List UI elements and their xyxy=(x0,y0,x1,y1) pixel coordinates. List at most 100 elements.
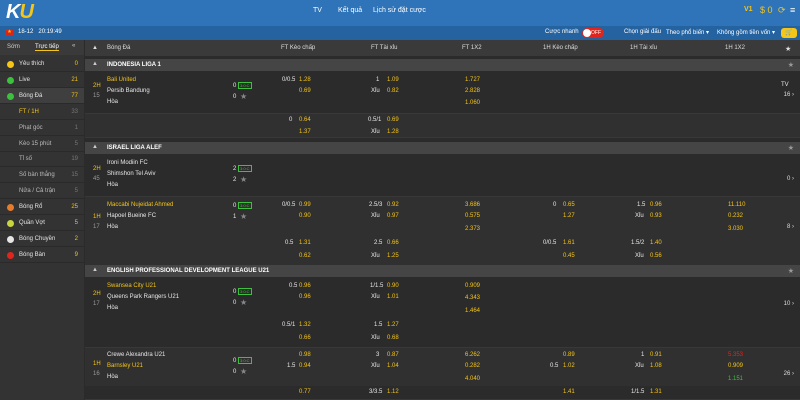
odds-cell[interactable]: 0.64 xyxy=(299,117,311,123)
odds-cell[interactable]: 0.45 xyxy=(563,253,575,259)
menu-icon[interactable]: ≡ xyxy=(790,5,795,15)
odds-cell[interactable]: 0.92 xyxy=(387,202,399,208)
odds-cell[interactable]: 1.32 xyxy=(299,322,311,328)
live-stats-icon[interactable]: 3:0:C xyxy=(238,288,252,295)
odds-cell[interactable]: 0.87 xyxy=(387,352,399,358)
star-icon[interactable]: ★ xyxy=(788,144,794,152)
odds-cell[interactable]: 0.90 xyxy=(387,283,399,289)
favourite-star-icon[interactable]: ★ xyxy=(240,367,247,376)
odds-cell[interactable]: 3.030 xyxy=(728,226,743,232)
logo[interactable]: KU xyxy=(6,1,34,24)
sidebar-item[interactable]: Số bàn thắng 15 xyxy=(0,167,84,184)
odds-cell[interactable]: 1.08 xyxy=(650,363,662,369)
odds-cell[interactable]: 1.41 xyxy=(563,389,575,395)
odds-cell[interactable]: 1.25 xyxy=(387,253,399,259)
star-icon[interactable]: ★ xyxy=(788,267,794,275)
odds-cell[interactable]: 0.68 xyxy=(387,335,399,341)
odds-cell[interactable]: 1.12 xyxy=(387,389,399,395)
sidebar-item[interactable]: Kèo 15 phút 5 xyxy=(0,136,84,152)
more-markets-button[interactable]: 0 › xyxy=(787,176,794,182)
odds-cell[interactable]: 1.40 xyxy=(650,240,662,246)
favourite-star-icon[interactable]: ★ xyxy=(240,92,247,101)
more-markets-button[interactable]: 16 › xyxy=(784,92,794,98)
nav-results[interactable]: Kết quả xyxy=(338,7,362,14)
odds-cell[interactable]: 0.909 xyxy=(465,283,480,289)
odds-cell[interactable]: 0.94 xyxy=(299,363,311,369)
odds-cell[interactable]: 0.65 xyxy=(563,202,575,208)
favourite-star-icon[interactable]: ★ xyxy=(240,212,247,221)
tab-early[interactable]: Sớm xyxy=(7,44,20,50)
odds-cell[interactable]: 1.464 xyxy=(465,308,480,314)
odds-cell[interactable]: 1.060 xyxy=(465,100,480,106)
sidebar-item[interactable]: Tỉ số 19 xyxy=(0,151,84,168)
odds-cell[interactable]: 0.69 xyxy=(299,88,311,94)
live-stats-icon[interactable]: 3:0:C xyxy=(238,165,252,172)
odds-cell[interactable]: 0.232 xyxy=(728,213,743,219)
stake-select[interactable]: Không gồm tiền vốn ▾ xyxy=(717,29,775,36)
sidebar-item[interactable]: Phạt góc 1 xyxy=(0,120,84,136)
favourite-star-icon[interactable]: ★ xyxy=(785,45,791,53)
sidebar-item[interactable]: Bóng Rổ 25 xyxy=(0,199,84,216)
odds-cell[interactable]: 1.04 xyxy=(387,363,399,369)
odds-cell[interactable]: 6.262 xyxy=(465,352,480,358)
odds-cell[interactable]: 0.91 xyxy=(650,352,662,358)
sidebar-item[interactable]: Yêu thích 0 xyxy=(0,56,84,72)
odds-cell[interactable]: 1.727 xyxy=(465,77,480,83)
odds-cell[interactable]: 0.93 xyxy=(650,213,662,219)
league-header[interactable]: ▲ ENGLISH PROFESSIONAL DEVELOPMENT LEAGU… xyxy=(85,265,800,277)
chevron-up-icon[interactable]: ▲ xyxy=(92,61,98,67)
odds-cell[interactable]: 0.66 xyxy=(387,240,399,246)
favourite-star-icon[interactable]: ★ xyxy=(240,298,247,307)
star-icon[interactable]: ★ xyxy=(788,61,794,69)
sidebar-item[interactable]: Nửa / Cả trận 5 xyxy=(0,183,84,200)
odds-cell[interactable]: 0.98 xyxy=(299,352,311,358)
vip-badge[interactable]: V1 xyxy=(744,6,753,13)
odds-cell[interactable]: 0.89 xyxy=(563,352,575,358)
odds-cell[interactable]: 1.27 xyxy=(387,322,399,328)
odds-cell[interactable]: 0.96 xyxy=(299,294,311,300)
odds-cell[interactable]: 1.27 xyxy=(563,213,575,219)
sidebar-item[interactable]: FT / 1H 33 xyxy=(0,104,84,120)
odds-cell[interactable]: 0.82 xyxy=(387,88,399,94)
sidebar-item[interactable]: Bóng Đá 77 xyxy=(0,87,84,104)
odds-cell[interactable]: 0.90 xyxy=(299,213,311,219)
live-stats-icon[interactable]: 3:0:C xyxy=(238,82,252,89)
odds-cell[interactable]: 2.828 xyxy=(465,88,480,94)
odds-cell[interactable]: 0.99 xyxy=(299,202,311,208)
odds-cell[interactable]: 1.28 xyxy=(387,129,399,135)
odds-cell[interactable]: 0.56 xyxy=(650,253,662,259)
chevron-up-icon[interactable]: ▲ xyxy=(92,267,98,273)
tv-icon[interactable]: TV xyxy=(781,82,789,88)
refresh-icon[interactable]: ⟳ xyxy=(778,5,786,16)
quick-bet-toggle[interactable]: OFF xyxy=(582,28,604,38)
odds-cell[interactable]: 0.66 xyxy=(299,335,311,341)
more-markets-button[interactable]: 26 › xyxy=(784,371,794,377)
odds-cell[interactable]: 0.69 xyxy=(387,117,399,123)
odds-cell[interactable]: 0.62 xyxy=(299,253,311,259)
sidebar-item[interactable]: Quần Vợt 5 xyxy=(0,215,84,231)
bet-slip-icon[interactable]: 🛒 xyxy=(781,28,797,38)
favourite-star-icon[interactable]: ★ xyxy=(240,175,247,184)
odds-cell[interactable]: 4.040 xyxy=(465,376,480,382)
choose-league-button[interactable]: Chọn giải đấu xyxy=(624,29,661,35)
collapse-icon[interactable]: « xyxy=(72,43,75,49)
odds-cell[interactable]: 1.31 xyxy=(299,240,311,246)
balance-icon[interactable]: $ 0 xyxy=(760,5,773,15)
live-stats-icon[interactable]: 3:0:C xyxy=(238,202,252,209)
odds-cell[interactable]: 1.01 xyxy=(387,294,399,300)
more-markets-button[interactable]: 10 › xyxy=(784,301,794,307)
collapse-all-icon[interactable]: ▲ xyxy=(92,45,98,51)
odds-cell[interactable]: 1.61 xyxy=(563,240,575,246)
odds-cell[interactable]: 1.28 xyxy=(299,77,311,83)
odds-cell[interactable]: 0.97 xyxy=(387,213,399,219)
odds-cell[interactable]: 2.373 xyxy=(465,226,480,232)
odds-cell[interactable]: 0.575 xyxy=(465,213,480,219)
tab-live[interactable]: Trực tiếp xyxy=(35,44,59,51)
odds-cell[interactable]: 0.96 xyxy=(650,202,662,208)
odds-cell[interactable]: 3.686 xyxy=(465,202,480,208)
odds-cell[interactable]: 0.282 xyxy=(465,363,480,369)
odds-cell[interactable]: 0.77 xyxy=(299,389,311,395)
odds-cell[interactable]: 1.09 xyxy=(387,77,399,83)
league-header[interactable]: ▲ INDONESIA LIGA 1 ★ xyxy=(85,59,800,71)
odds-cell[interactable]: 0.909 xyxy=(728,363,743,369)
